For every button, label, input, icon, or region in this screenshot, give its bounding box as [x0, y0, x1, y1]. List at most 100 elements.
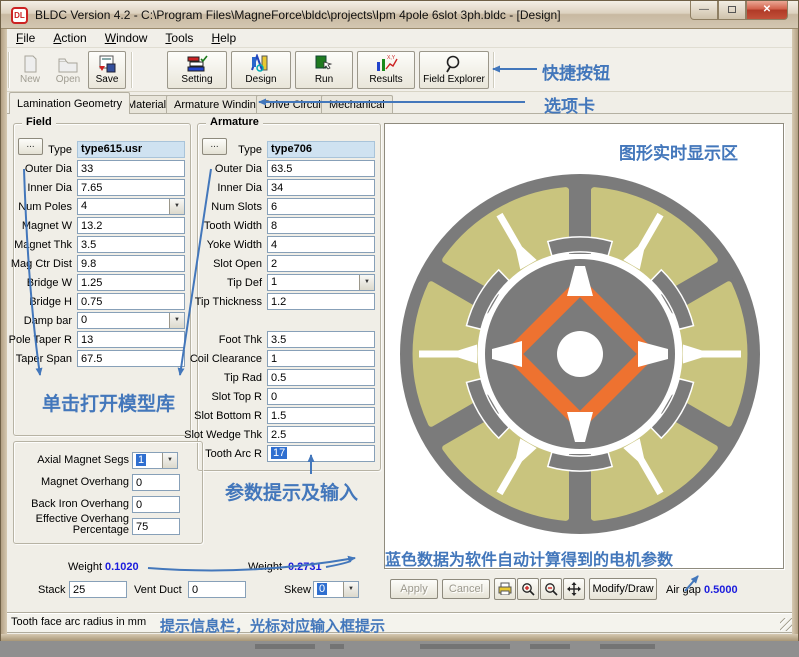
- print-button[interactable]: [494, 578, 516, 600]
- desktop-artifact: [330, 644, 344, 649]
- field-type-value[interactable]: type615.usr: [77, 141, 185, 158]
- design-icon: [248, 54, 274, 74]
- maximize-button[interactable]: [718, 1, 746, 20]
- menu-file[interactable]: File: [7, 29, 44, 48]
- setting-button[interactable]: Setting: [167, 51, 227, 89]
- results-icon: X,Y: [373, 54, 399, 74]
- graphics-display-panel[interactable]: [384, 123, 784, 569]
- zoom-out-button[interactable]: [540, 578, 562, 600]
- setting-icon: [184, 54, 210, 74]
- axial-magnet-segs-label: Axial Magnet Segs: [17, 455, 129, 466]
- foot-thk-label: Foot Thk: [219, 334, 262, 346]
- coil-clearance-input[interactable]: [267, 350, 375, 367]
- svg-text:X,Y: X,Y: [387, 55, 396, 61]
- field-inner-dia-input[interactable]: [77, 179, 185, 196]
- modify-draw-button[interactable]: Modify/Draw: [589, 578, 657, 600]
- tip-rad-input[interactable]: [267, 369, 375, 386]
- tip-def-select[interactable]: 1▼: [267, 274, 375, 291]
- app-window: DL BLDC Version 4.2 - C:\Program Files\M…: [0, 0, 799, 641]
- dropdown-arrow-icon[interactable]: ▼: [169, 199, 184, 214]
- pan-button[interactable]: [563, 578, 585, 600]
- dropdown-arrow-icon[interactable]: ▼: [343, 582, 358, 597]
- apply-button: Apply: [390, 579, 438, 599]
- menu-help[interactable]: Help: [202, 29, 245, 48]
- results-button[interactable]: X,Y Results: [357, 51, 415, 89]
- damp-bar-label: Damp bar: [24, 315, 72, 327]
- menu-window[interactable]: Window: [96, 29, 157, 48]
- tab-lamination-geometry[interactable]: Lamination Geometry: [9, 92, 130, 114]
- pole-taper-r-input[interactable]: [77, 331, 185, 348]
- skew-select[interactable]: 0▼: [313, 581, 359, 598]
- magnet-thk-label: Magnet Thk: [14, 239, 72, 251]
- desktop-artifact: [530, 644, 570, 649]
- bridge-w-input[interactable]: [77, 274, 185, 291]
- tab-mechanical[interactable]: Mechanical: [321, 95, 393, 114]
- annotation-display-area: 图形实时显示区: [619, 139, 738, 164]
- slot-open-input[interactable]: [267, 255, 375, 272]
- tooth-width-input[interactable]: [267, 217, 375, 234]
- effective-overhang-label: Effective Overhang Percentage: [17, 514, 129, 536]
- slot-wedge-thk-input[interactable]: [267, 426, 375, 443]
- window-border: [1, 634, 798, 641]
- window-title: BLDC Version 4.2 - C:\Program Files\Magn…: [35, 8, 561, 22]
- shaft-hole: [557, 331, 603, 377]
- cancel-button: Cancel: [442, 579, 490, 599]
- yoke-width-input[interactable]: [267, 236, 375, 253]
- tooth-arc-r-input[interactable]: 17: [267, 445, 375, 462]
- minimize-button[interactable]: —: [690, 1, 718, 20]
- dropdown-arrow-icon[interactable]: ▼: [169, 313, 184, 328]
- zoom-in-icon: [521, 582, 535, 596]
- annotation-tabs: 选项卡: [544, 92, 595, 117]
- field-outer-dia-label: Outer Dia: [25, 163, 72, 175]
- num-poles-label: Num Poles: [18, 201, 72, 213]
- dropdown-arrow-icon[interactable]: ▼: [359, 275, 374, 290]
- vent-duct-input[interactable]: [188, 581, 246, 598]
- zoom-in-button[interactable]: [517, 578, 539, 600]
- armature-type-value[interactable]: type706: [267, 141, 375, 158]
- armature-group: Armature ... Typetype706 Outer Dia Inner…: [197, 123, 381, 471]
- armature-outer-dia-input[interactable]: [267, 160, 375, 177]
- save-button[interactable]: Save: [88, 51, 126, 89]
- bridge-h-input[interactable]: [77, 293, 185, 310]
- tip-thickness-input[interactable]: [267, 293, 375, 310]
- magnet-w-input[interactable]: [77, 217, 185, 234]
- maximize-icon: [728, 6, 736, 13]
- stack-input[interactable]: [69, 581, 127, 598]
- num-poles-select[interactable]: 4▼: [77, 198, 185, 215]
- taper-span-label: Taper Span: [16, 353, 72, 365]
- design-button[interactable]: Design: [231, 51, 291, 89]
- magnet-overhang-label: Magnet Overhang: [17, 477, 129, 488]
- mag-ctr-dist-label: Mag Ctr Dist: [11, 258, 72, 270]
- field-type-label: Type: [48, 144, 72, 156]
- overhang-group: Axial Magnet Segs1▼ Magnet Overhang Back…: [13, 441, 203, 544]
- num-slots-input[interactable]: [267, 198, 375, 215]
- taper-span-input[interactable]: [77, 350, 185, 367]
- bridge-w-label: Bridge W: [27, 277, 72, 289]
- tab-armature-winding[interactable]: Armature Winding: [166, 95, 270, 114]
- menu-tools[interactable]: Tools: [156, 29, 202, 48]
- menu-action[interactable]: Action: [44, 29, 95, 48]
- run-button[interactable]: Run: [295, 51, 353, 89]
- slot-top-r-input[interactable]: [267, 388, 375, 405]
- foot-thk-input[interactable]: [267, 331, 375, 348]
- slot-bottom-r-label: Slot Bottom R: [194, 410, 262, 422]
- air-gap-label: Air gap: [666, 584, 701, 596]
- armature-inner-dia-input[interactable]: [267, 179, 375, 196]
- mag-ctr-dist-input[interactable]: [77, 255, 185, 272]
- stack-label: Stack: [38, 584, 66, 596]
- close-button[interactable]: ✕: [746, 1, 788, 20]
- damp-bar-select[interactable]: 0▼: [77, 312, 185, 329]
- open-folder-icon: [57, 54, 79, 74]
- back-iron-overhang-input[interactable]: [132, 496, 180, 513]
- slot-bottom-r-input[interactable]: [267, 407, 375, 424]
- effective-overhang-input[interactable]: [132, 518, 180, 535]
- axial-magnet-segs-select[interactable]: 1▼: [132, 452, 178, 469]
- magnet-overhang-input[interactable]: [132, 474, 180, 491]
- field-outer-dia-input[interactable]: [77, 160, 185, 177]
- toolbar-separator: [493, 52, 495, 88]
- menu-bar: FileActionWindowToolsHelp: [7, 29, 792, 48]
- dropdown-arrow-icon[interactable]: ▼: [162, 453, 177, 468]
- magnet-thk-input[interactable]: [77, 236, 185, 253]
- field-explorer-button[interactable]: Field Explorer: [419, 51, 489, 89]
- desktop-artifact: [420, 644, 510, 649]
